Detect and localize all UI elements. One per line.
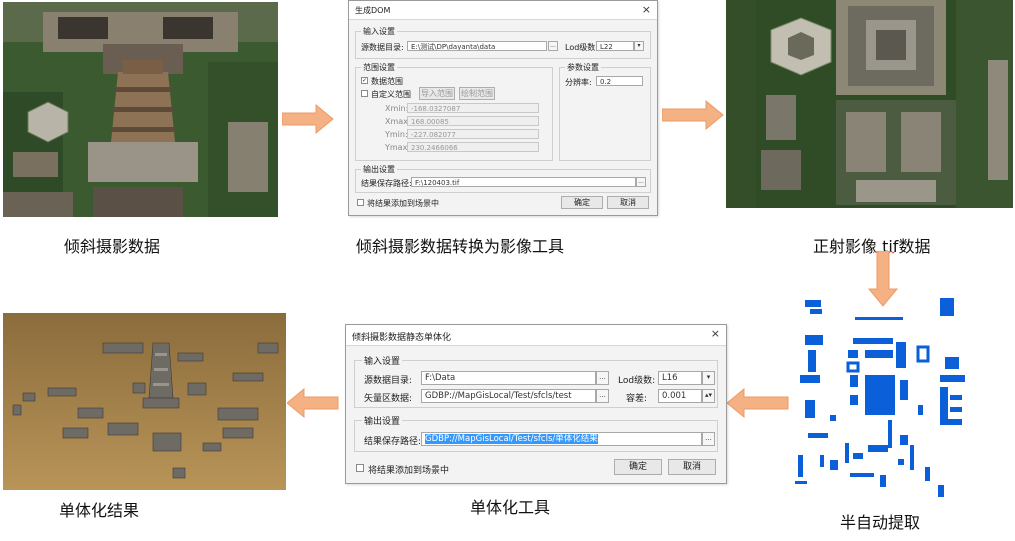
- monomer-dialog-titlebar: 倾斜摄影数据静态单体化 ×: [346, 325, 726, 346]
- monomer-source-field[interactable]: F:\Data: [421, 371, 596, 385]
- ortho-photo: [726, 0, 1013, 208]
- ymax-field[interactable]: 230.2466066: [407, 142, 539, 152]
- monomer-source-browse-button[interactable]: ...: [596, 371, 609, 385]
- dom-save-field[interactable]: F:\120403.tif: [411, 177, 636, 187]
- dom-dialog: 生成DOM × 输入设置 源数据目录: E:\测试\DP\dayanta\dat…: [348, 0, 658, 216]
- close-icon[interactable]: ×: [642, 3, 651, 16]
- custom-range-label: 自定义范围: [371, 90, 411, 99]
- tolerance-field[interactable]: 0.001: [658, 389, 702, 403]
- monomer-lod-label: Lod级数:: [618, 376, 656, 386]
- draw-range-button[interactable]: 绘制范围: [459, 87, 495, 100]
- arrow-left-1: [727, 388, 789, 418]
- dom-cancel-button[interactable]: 取消: [607, 196, 649, 209]
- import-range-button[interactable]: 导入范围: [419, 87, 455, 100]
- monomer-dialog-title: 倾斜摄影数据静态单体化: [352, 333, 452, 343]
- dom-source-label: 源数据目录:: [361, 43, 404, 52]
- monomer-result-illustration: [3, 313, 286, 490]
- xmin-label: Xmin:: [385, 104, 409, 113]
- dom-lod-select[interactable]: L22: [596, 41, 634, 51]
- ortho-photo-illustration: [726, 0, 1013, 208]
- monomer-add-result-label: 将结果添加到场景中: [368, 466, 450, 476]
- dom-save-browse-button[interactable]: ...: [636, 177, 646, 187]
- data-range-label: 数据范围: [371, 77, 403, 86]
- dom-add-result-label: 将结果添加到场景中: [367, 199, 439, 208]
- tolerance-label: 容差:: [626, 394, 648, 404]
- dom-add-result-checkbox[interactable]: [357, 199, 364, 206]
- caption-semi-auto: 半自动提取: [840, 513, 921, 532]
- dom-lod-label: Lod级数:: [565, 43, 598, 52]
- xmin-field[interactable]: -168.0327087: [407, 103, 539, 113]
- monomer-lod-select[interactable]: L16: [658, 371, 702, 385]
- dom-output-group-label: 输出设置: [361, 164, 397, 175]
- vector-browse-button[interactable]: ...: [596, 389, 609, 403]
- extraction-footprints: [795, 298, 965, 497]
- data-range-checkbox[interactable]: ✓: [361, 77, 368, 84]
- monomer-output-group-label: 输出设置: [362, 414, 403, 427]
- xmax-field[interactable]: 168.00085: [407, 116, 539, 126]
- monomer-ok-button[interactable]: 确定: [614, 459, 662, 475]
- chevron-down-icon[interactable]: ▾: [702, 371, 715, 385]
- oblique-photo-illustration: [3, 2, 278, 217]
- vector-label: 矢量区数据:: [364, 394, 413, 404]
- vector-field[interactable]: GDBP://MapGisLocal/Test/sfcls/test: [421, 389, 596, 403]
- monomer-save-label: 结果保存路径:: [364, 437, 422, 447]
- dom-save-label: 结果保存路径:: [361, 179, 412, 188]
- close-icon[interactable]: ×: [711, 327, 720, 340]
- dom-source-field[interactable]: E:\测试\DP\dayanta\data: [407, 41, 547, 51]
- arrow-right-1: [282, 104, 334, 134]
- resolution-field[interactable]: 0.2: [596, 76, 643, 86]
- caption-oblique-data: 倾斜摄影数据: [64, 237, 161, 256]
- monomer-result-render: [3, 313, 286, 490]
- monomer-dialog: 倾斜摄影数据静态单体化 × 输入设置 源数据目录: F:\Data ... Lo…: [345, 324, 727, 484]
- dom-ok-button[interactable]: 确定: [561, 196, 603, 209]
- dom-dialog-titlebar: 生成DOM ×: [349, 1, 657, 20]
- monomer-add-result-checkbox[interactable]: [356, 464, 364, 472]
- dom-input-group-label: 输入设置: [361, 26, 397, 37]
- oblique-photo: [3, 2, 278, 217]
- custom-range-checkbox[interactable]: [361, 90, 368, 97]
- chevron-down-icon[interactable]: ▾: [634, 41, 644, 51]
- caption-monomer-tool: 单体化工具: [470, 498, 551, 517]
- dom-dialog-title: 生成DOM: [355, 6, 391, 15]
- monomer-input-group-label: 输入设置: [362, 354, 403, 367]
- arrow-right-2: [662, 100, 724, 130]
- resolution-label: 分辨率:: [565, 78, 592, 87]
- caption-monomer-result: 单体化结果: [59, 501, 140, 520]
- monomer-save-value: GDBP://MapGisLocal/Test/sfcls/单体化结果: [425, 434, 598, 444]
- monomer-cancel-button[interactable]: 取消: [668, 459, 716, 475]
- monomer-source-label: 源数据目录:: [364, 376, 413, 386]
- ymin-label: Ymin:: [385, 130, 408, 139]
- dom-range-group-label: 范围设置: [361, 62, 397, 73]
- dom-source-browse-button[interactable]: ...: [548, 41, 558, 51]
- caption-convert-tool: 倾斜摄影数据转换为影像工具: [356, 237, 565, 256]
- monomer-save-browse-button[interactable]: ...: [702, 432, 715, 446]
- monomer-save-field[interactable]: GDBP://MapGisLocal/Test/sfcls/单体化结果: [421, 432, 702, 446]
- tolerance-spin-button[interactable]: ▴▾: [702, 389, 715, 403]
- arrow-left-2: [287, 388, 339, 418]
- ymin-field[interactable]: -227.082077: [407, 129, 539, 139]
- dom-param-group-label: 参数设置: [565, 62, 601, 73]
